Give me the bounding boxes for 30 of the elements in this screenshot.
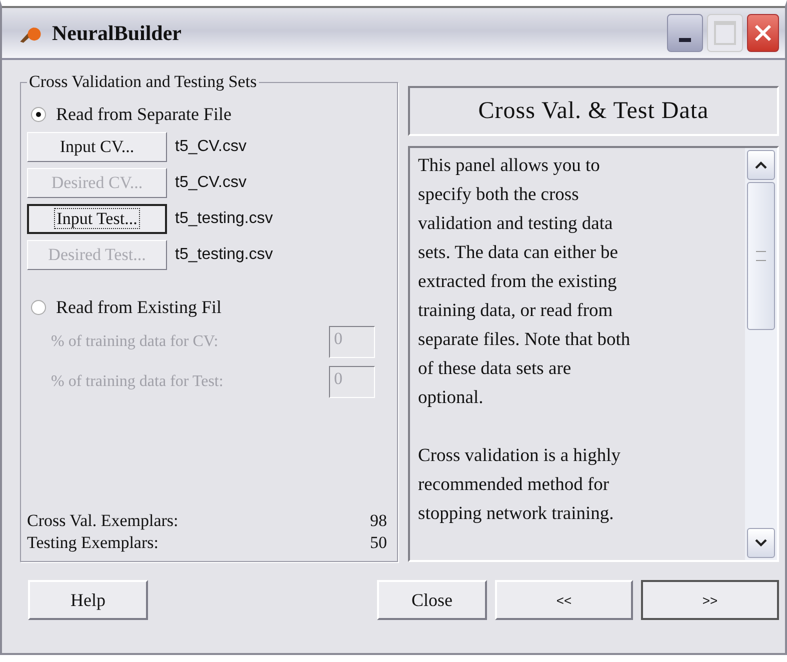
file-name: t5_testing.csv [175,246,273,264]
file-button[interactable]: Input CV... [27,132,167,162]
panel-title: Cross Val. & Test Data [408,86,779,136]
window-title: NeuralBuilder [52,20,182,46]
file-name: t5_CV.csv [175,174,246,192]
field-label: % of training data for CV: [51,333,220,351]
scroll-up-button[interactable] [747,150,775,180]
count-label: Testing Exemplars: [27,533,158,553]
file-name: t5_testing.csv [175,210,273,228]
file-name: t5_CV.csv [175,138,246,156]
help-paragraph: Cross validation is a highly recommended method for stopping network training. [418,445,622,526]
field-label: % of training data for Test: [51,373,224,391]
scrollbar[interactable] [745,148,777,560]
count-value: 50 [370,533,387,553]
group-title: Cross Validation and Testing Sets [28,72,258,92]
file-button[interactable]: Input Test... [27,204,167,234]
close-button[interactable] [747,14,779,52]
minimize-button[interactable] [667,14,703,52]
scroll-down-button[interactable] [747,528,775,558]
help-button[interactable]: Help [28,580,148,620]
dialog-button[interactable]: Close [377,580,487,620]
count-value: 98 [370,511,387,531]
radio-option[interactable]: Read from Separate File [31,104,387,125]
help-paragraph: This panel allows you to specify both the cross validation and testing data sets. The data can either be extracted from the existing training data, or read from separate files. Note that both of these data sets are optional. [418,155,632,410]
scroll-thumb[interactable] [747,182,775,330]
dialog-button[interactable]: >> [641,580,779,620]
radio-option[interactable]: Read from Existing Fil [31,297,387,318]
count-label: Cross Val. Exemplars: [27,511,178,531]
dialog-button[interactable]: << [495,580,633,620]
close-icon [753,23,773,43]
